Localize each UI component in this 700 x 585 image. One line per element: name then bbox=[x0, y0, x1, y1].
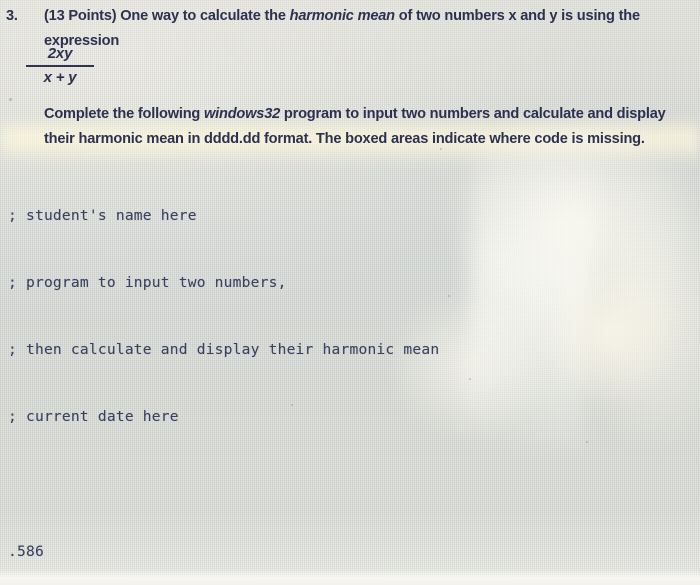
question-body-after-italic: program to input two numbers and calcula… bbox=[280, 106, 666, 122]
harmonic-mean-formula: 2xy x + y bbox=[24, 44, 96, 88]
code-line: .586 bbox=[8, 542, 44, 560]
question-intro-before-italic: (13 Points) One way to calculate the bbox=[44, 8, 290, 24]
formula-denominator: x + y bbox=[43, 69, 77, 86]
formula-numerator: 2xy bbox=[47, 45, 73, 62]
question-body-italic-term: windows32 bbox=[203, 106, 281, 122]
screen-photo: 3. (13 Points) One way to calculate the … bbox=[0, 0, 700, 585]
question-intro-after-italic: of two numbers x and y is using the bbox=[394, 8, 640, 24]
code-line: ; student's name here bbox=[8, 206, 197, 224]
question-body: (13 Points) One way to calculate the har… bbox=[44, 4, 700, 152]
code-line: ; current date here bbox=[8, 408, 179, 426]
code-line: ; program to input two numbers, bbox=[8, 274, 287, 292]
assembly-code-listing: ; student's name here ; program to input… bbox=[8, 160, 511, 585]
question-intro-line-2: expression bbox=[44, 33, 120, 49]
question-number: 3. bbox=[6, 8, 18, 24]
question-body-before-italic: Complete the following bbox=[44, 106, 204, 122]
question-intro-line-1: (13 Points) One way to calculate the har… bbox=[44, 4, 700, 29]
code-line: ; then calculate and display their harmo… bbox=[8, 341, 440, 359]
question-body-line-2: their harmonic mean in dddd.dd format. T… bbox=[44, 131, 645, 147]
question-body-line-1: Complete the following windows32 program… bbox=[44, 102, 700, 127]
formula-fraction-bar bbox=[26, 65, 94, 67]
question-intro-italic-term: harmonic mean bbox=[289, 8, 395, 24]
